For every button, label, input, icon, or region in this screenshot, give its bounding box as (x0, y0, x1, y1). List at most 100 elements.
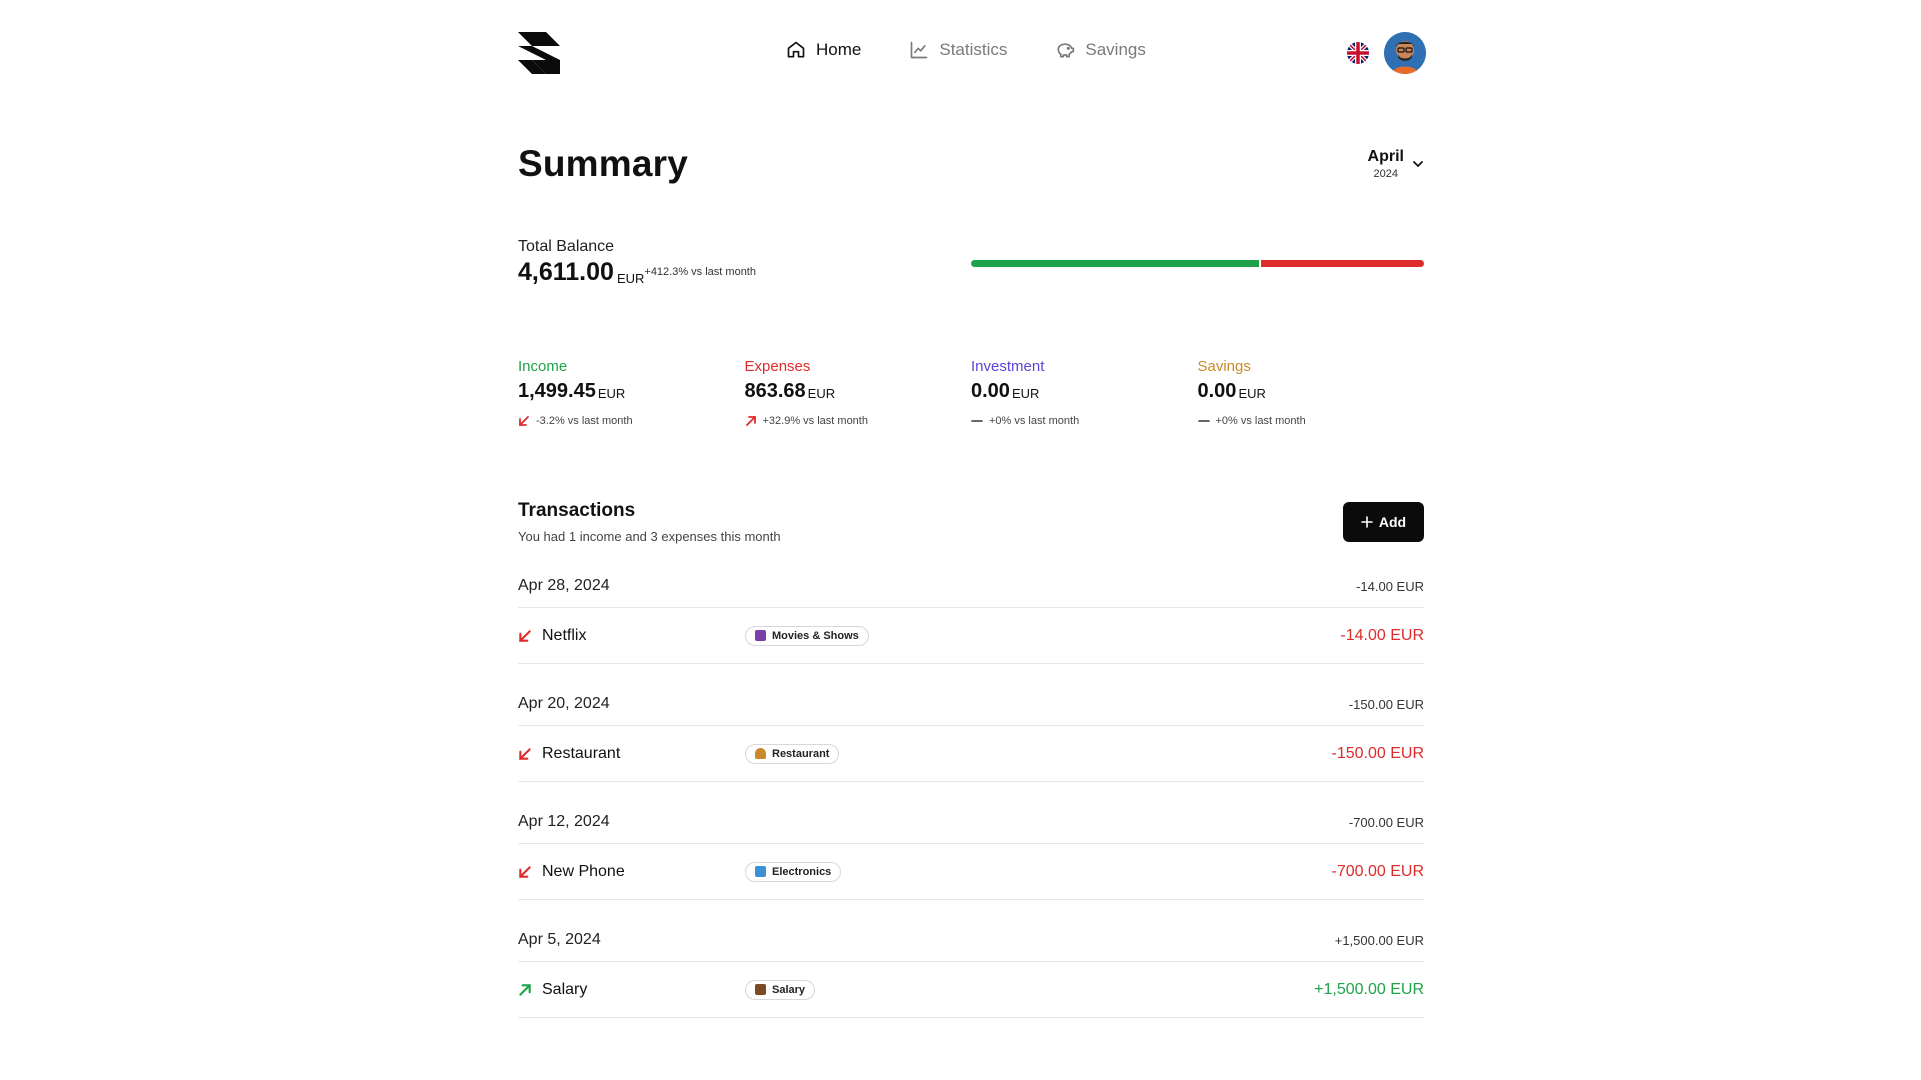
plus-icon (1361, 516, 1373, 528)
page-title: Summary (518, 143, 689, 184)
transaction-date: Apr 5, 2024 (518, 931, 601, 948)
transaction-amount: -700.00 EUR (1331, 862, 1425, 880)
nav-item-savings[interactable]: Savings (1055, 40, 1146, 60)
transaction-amount: -14.00 EUR (1340, 626, 1424, 644)
nav-label-savings: Savings (1085, 40, 1146, 59)
stat-currency: EUR (597, 386, 626, 401)
transactions-subtitle: You had 1 income and 3 expenses this mon… (518, 529, 781, 544)
transaction-name: Restaurant (542, 744, 621, 762)
category-label: Electronics (772, 865, 832, 878)
transactions-list: Apr 28, 2024 -14.00 EUR Netflix Movies &… (518, 565, 1424, 1037)
burger-icon (755, 748, 766, 759)
stat-change: +32.9% vs last month (762, 415, 868, 427)
nav-item-home[interactable]: Home (786, 40, 861, 60)
transaction-day-total: -150.00 EUR (1348, 696, 1424, 712)
transaction-row[interactable]: Netflix Movies & Shows -14.00 EUR (518, 608, 1424, 664)
stat-label: Income (518, 358, 568, 375)
category-label: Movies & Shows (772, 629, 859, 642)
stat-currency: EUR (807, 386, 836, 401)
category-tag[interactable]: Electronics (745, 861, 842, 882)
uk-flag-icon[interactable] (1347, 42, 1369, 64)
month-selector[interactable]: April 2024 (1368, 148, 1424, 180)
transaction-row[interactable]: Salary Salary +1,500.00 EUR (518, 962, 1424, 1018)
month-year: 2024 (1373, 168, 1399, 180)
month-name: April (1367, 148, 1404, 165)
stat-expenses: Expenses 863.68 EUR +32.9% vs last month (745, 358, 972, 427)
transaction-amount: +1,500.00 EUR (1314, 980, 1424, 998)
arrow-down-left-icon (519, 416, 529, 426)
stat-change: +0% vs last month (1215, 415, 1306, 427)
transaction-row[interactable]: Restaurant Restaurant -150.00 EUR (518, 726, 1424, 782)
balance-row: 4,611.00 EUR +412.3% vs last month (518, 258, 756, 287)
header: Home Statistics Savings (518, 0, 1426, 106)
avatar[interactable] (1384, 32, 1426, 74)
clapperboard-icon (755, 630, 766, 641)
transaction-day-total: -700.00 EUR (1348, 814, 1424, 830)
stat-change: +0% vs last month (989, 415, 1080, 427)
stat-label: Expenses (744, 358, 811, 375)
category-label: Salary (772, 983, 806, 996)
main-container: Home Statistics Savings Summary April 20… (518, 0, 1426, 1018)
home-icon (787, 41, 805, 58)
logo[interactable] (518, 32, 560, 74)
nav-item-statistics[interactable]: Statistics (909, 40, 1007, 60)
stat-value: 0.00 (971, 380, 1010, 402)
chart-line-icon (911, 41, 928, 59)
main-nav: Home Statistics Savings (786, 40, 1146, 60)
balance-bar-income (971, 260, 1259, 267)
balance-label: Total Balance (518, 238, 615, 255)
balance-bar-expense (1260, 260, 1424, 267)
chevron-down-icon (1413, 161, 1423, 167)
transaction-row[interactable]: New Phone Electronics -700.00 EUR (518, 844, 1424, 900)
transaction-date: Apr 20, 2024 (518, 695, 610, 712)
arrow-down-left-icon (519, 865, 531, 878)
arrow-up-right-icon (745, 416, 756, 426)
transaction-date: Apr 12, 2024 (518, 813, 610, 830)
stat-value: 0.00 (1197, 380, 1237, 402)
transaction-group: Apr 12, 2024 -700.00 EUR New Phone Elect… (518, 801, 1424, 919)
nav-label-home: Home (816, 40, 862, 59)
category-tag[interactable]: Restaurant (745, 743, 840, 764)
add-button-label: Add (1378, 514, 1407, 530)
category-label: Restaurant (772, 747, 830, 760)
stat-label: Savings (1197, 358, 1251, 375)
transactions-title: Transactions (518, 500, 636, 521)
stat-currency: EUR (1238, 386, 1266, 401)
category-tag[interactable]: Salary (745, 979, 816, 1000)
transaction-amount: -150.00 EUR (1331, 744, 1425, 762)
transaction-name: Salary (542, 980, 588, 998)
stat-currency: EUR (1011, 386, 1040, 401)
category-tag[interactable]: Movies & Shows (745, 625, 869, 646)
transaction-group: Apr 28, 2024 -14.00 EUR Netflix Movies &… (518, 565, 1424, 683)
transaction-day-total: -14.00 EUR (1356, 578, 1424, 594)
stat-change: -3.2% vs last month (536, 415, 633, 427)
stat-income: Income 1,499.45 EUR -3.2% vs last month (518, 358, 745, 427)
piggy-bank-icon (1057, 43, 1075, 58)
minus-icon (1197, 420, 1210, 422)
stat-investment: Investment 0.00 EUR +0% vs last month (971, 358, 1198, 427)
nav-label-statistics: Statistics (939, 40, 1008, 59)
balance-bar (971, 260, 1424, 267)
transaction-group: Apr 5, 2024 +1,500.00 EUR Salary Salary … (518, 919, 1424, 1037)
transaction-name: Netflix (542, 626, 587, 644)
stat-label: Investment (971, 358, 1045, 375)
phone-icon (755, 866, 766, 877)
stat-value: 863.68 (744, 380, 806, 402)
stat-value: 1,499.45 (518, 380, 596, 402)
stats-row: Income 1,499.45 EUR -3.2% vs last month … (518, 358, 1424, 427)
arrow-up-right-icon (519, 983, 531, 996)
transaction-name: New Phone (542, 862, 625, 880)
page: Home Statistics Savings Summary April 20… (0, 0, 1921, 1080)
minus-icon (971, 420, 983, 422)
arrow-down-left-icon (519, 629, 531, 642)
balance-currency: EUR (616, 271, 645, 286)
transaction-group: Apr 20, 2024 -150.00 EUR Restaurant Rest… (518, 683, 1424, 801)
stat-savings: Savings 0.00 EUR +0% vs last month (1198, 358, 1425, 427)
transaction-date: Apr 28, 2024 (518, 577, 610, 594)
transaction-day-total: +1,500.00 EUR (1334, 932, 1424, 948)
briefcase-icon (755, 984, 766, 995)
balance-change: +412.3% vs last month (644, 266, 756, 278)
add-transaction-button[interactable]: Add (1343, 502, 1424, 542)
balance-value: 4,611.00 (518, 258, 614, 286)
arrow-down-left-icon (519, 747, 531, 760)
